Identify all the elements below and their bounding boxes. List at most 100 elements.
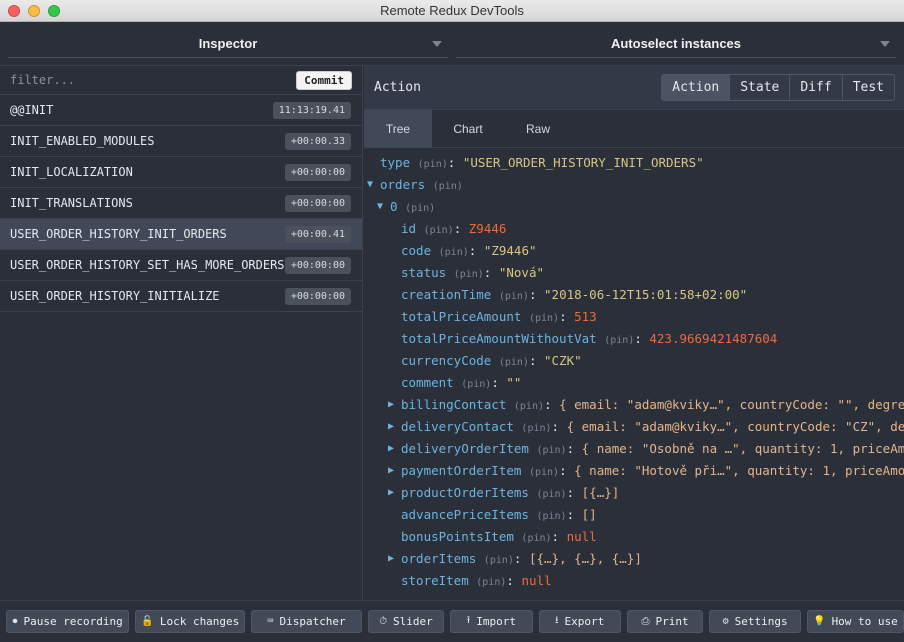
action-list: @@INIT 11:13:19.41 INIT_ENABLED_MODULES +00…: [0, 95, 362, 312]
import-button[interactable]: ⭱ Import: [450, 610, 533, 633]
action-timestamp-badge: +00:00.33: [284, 132, 351, 150]
pin-button[interactable]: (pin): [424, 225, 454, 236]
pin-button[interactable]: (pin): [499, 291, 529, 302]
mode-test-button[interactable]: Test: [841, 75, 894, 100]
toolbar-button-label: Export: [564, 615, 605, 628]
monitor-selector[interactable]: Inspector: [8, 30, 448, 58]
pin-button[interactable]: (pin): [454, 269, 484, 280]
tab-raw[interactable]: Raw: [504, 110, 572, 147]
mode-state-button[interactable]: State: [729, 75, 789, 100]
collapsed-arrow-icon[interactable]: ▶: [388, 460, 394, 482]
mode-action-button[interactable]: Action: [662, 75, 730, 100]
lock-changes-button[interactable]: 🔓 Lock changes: [135, 610, 246, 633]
minimize-window-button[interactable]: [28, 5, 40, 17]
window-title: Remote Redux DevTools: [380, 3, 524, 18]
tree-row-bonus-points-item: bonusPointsItem (pin): null: [401, 529, 597, 544]
tree-row-orders[interactable]: ▼ orders (pin): [364, 174, 904, 196]
toolbar-button-label: How to use: [831, 615, 898, 628]
pin-button[interactable]: (pin): [521, 533, 551, 544]
print-icon: ⎙: [641, 616, 650, 627]
action-list-item[interactable]: INIT_TRANSLATIONS +00:00:00: [0, 188, 362, 219]
tree-row-status: status (pin): "Nová": [401, 265, 545, 280]
toolbar-button-label: Dispatcher: [279, 615, 346, 628]
action-list-item[interactable]: INIT_ENABLED_MODULES +00:00.33: [0, 126, 362, 157]
pin-button[interactable]: (pin): [536, 445, 566, 456]
pin-button[interactable]: (pin): [476, 577, 506, 588]
tree-row-creation-time: creationTime (pin): "2018-06-12T15:01:58…: [401, 287, 748, 302]
monitor-selector-label: Inspector: [198, 36, 258, 51]
filter-bar: Commit: [0, 66, 362, 95]
how-to-use-button[interactable]: 💡 How to use: [806, 610, 904, 633]
export-button[interactable]: ⭳ Export: [538, 610, 621, 633]
pin-button[interactable]: (pin): [433, 181, 463, 192]
expanded-arrow-icon[interactable]: ▼: [377, 196, 383, 218]
pin-button[interactable]: (pin): [521, 423, 551, 434]
pause-recording-button[interactable]: ⏺ Pause recording: [6, 610, 130, 633]
tree-row-order-items[interactable]: ▶ orderItems (pin): [{…}, {…}, {…}]: [364, 548, 904, 570]
mode-diff-button[interactable]: Diff: [789, 75, 841, 100]
pin-button[interactable]: (pin): [529, 467, 559, 478]
action-list-item[interactable]: INIT_LOCALIZATION +00:00:00: [0, 157, 362, 188]
inspector-title: Action: [374, 80, 421, 95]
collapsed-arrow-icon[interactable]: ▶: [388, 438, 394, 460]
pin-button[interactable]: (pin): [405, 203, 435, 214]
toolbar-button-label: Slider: [393, 615, 433, 628]
tab-tree[interactable]: Tree: [364, 110, 432, 147]
maximize-window-button[interactable]: [48, 5, 60, 17]
collapsed-arrow-icon[interactable]: ▶: [388, 416, 394, 438]
pin-button[interactable]: (pin): [536, 489, 566, 500]
tree-row-delivery-order-item[interactable]: ▶ deliveryOrderItem (pin): { name: "Osob…: [364, 438, 904, 460]
pin-button[interactable]: (pin): [418, 159, 448, 170]
tree-row-total-price: totalPriceAmount (pin): 513: [401, 309, 597, 324]
pin-button[interactable]: (pin): [499, 357, 529, 368]
close-window-button[interactable]: [8, 5, 20, 17]
action-timestamp-badge: +00:00:00: [284, 163, 351, 181]
pin-button[interactable]: (pin): [484, 555, 514, 566]
toolbar-button-label: Lock changes: [159, 615, 240, 628]
expanded-arrow-icon[interactable]: ▼: [367, 174, 373, 196]
collapsed-arrow-icon[interactable]: ▶: [388, 394, 394, 416]
window-titlebar: Remote Redux DevTools: [0, 0, 904, 22]
settings-button[interactable]: ⚙ Settings: [709, 610, 801, 633]
action-list-item[interactable]: USER_ORDER_HISTORY_SET_HAS_MORE_ORDERS +0…: [0, 250, 362, 281]
tree-row-payment-order-item[interactable]: ▶ paymentOrderItem (pin): { name: "Hotov…: [364, 460, 904, 482]
collapsed-arrow-icon[interactable]: ▶: [388, 548, 394, 570]
tree-row-total-price-without-vat: totalPriceAmountWithoutVat (pin): 423.96…: [401, 331, 778, 346]
window-controls: [8, 5, 60, 17]
action-list-item[interactable]: @@INIT 11:13:19.41: [0, 95, 362, 126]
download-icon: ⭳: [554, 615, 559, 626]
tree-row-delivery-contact[interactable]: ▶ deliveryContact (pin): { email: "adam@…: [364, 416, 904, 438]
print-button[interactable]: ⎙ Print: [626, 610, 704, 633]
action-timestamp-badge: +00:00:00: [284, 194, 351, 212]
pin-button[interactable]: (pin): [439, 247, 469, 258]
tree-row-currency-code: currencyCode (pin): "CZK": [401, 353, 582, 368]
pin-button[interactable]: (pin): [604, 335, 634, 346]
pause-circle-icon: ⏺: [12, 616, 18, 627]
action-list-item[interactable]: USER_ORDER_HISTORY_INITIALIZE +00:00:00: [0, 281, 362, 312]
tree-row-product-order-items[interactable]: ▶ productOrderItems (pin): [{…}]: [364, 482, 904, 504]
tab-chart[interactable]: Chart: [434, 110, 502, 147]
keyboard-icon: ⌨: [267, 616, 274, 627]
tree-row-comment: comment (pin): "": [401, 375, 522, 390]
gear-icon: ⚙: [722, 616, 729, 627]
action-list-item[interactable]: USER_ORDER_HISTORY_INIT_ORDERS +00:00.41: [0, 219, 362, 250]
tree-row-advance-price-items: advancePriceItems (pin): []: [401, 507, 597, 522]
collapsed-arrow-icon[interactable]: ▶: [388, 482, 394, 504]
pin-button[interactable]: (pin): [529, 313, 559, 324]
action-timestamp-badge: +00:00:00: [284, 287, 351, 305]
tree-row-billing-contact[interactable]: ▶ billingContact (pin): { email: "adam@k…: [364, 394, 904, 416]
bottom-toolbar: ⏺ Pause recording 🔓 Lock changes ⌨ Dispatcher…: [0, 600, 904, 642]
slider-button[interactable]: ⏱ Slider: [367, 610, 445, 633]
pin-button[interactable]: (pin): [461, 379, 491, 390]
action-name: USER_ORDER_HISTORY_SET_HAS_MORE_ORDERS: [10, 258, 285, 272]
filter-input[interactable]: [10, 73, 297, 87]
toolbar-button-label: Pause recording: [23, 615, 123, 628]
dispatcher-button[interactable]: ⌨ Dispatcher: [251, 610, 362, 633]
commit-button[interactable]: Commit: [296, 70, 352, 90]
tree-row-order-0[interactable]: ▼ 0 (pin): [364, 196, 904, 218]
instance-selector[interactable]: Autoselect instances: [456, 30, 896, 58]
pin-button[interactable]: (pin): [536, 511, 566, 522]
inspector-panel: Action Action State Diff Test Tree Chart…: [364, 66, 904, 600]
pin-button[interactable]: (pin): [514, 401, 544, 412]
action-name: INIT_ENABLED_MODULES: [10, 134, 155, 148]
